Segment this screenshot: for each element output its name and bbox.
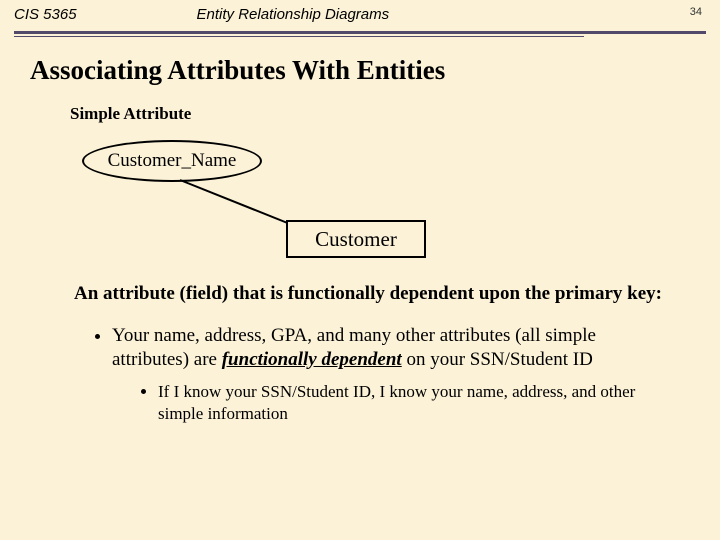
slide-title: Associating Attributes With Entities [30,55,690,86]
slide-topic: Entity Relationship Diagrams [77,6,706,23]
page-number: 34 [690,6,702,18]
bullet-text-post: on your SSN/Student ID [402,349,593,370]
attribute-label: Customer_Name [108,150,237,172]
er-diagram: Customer_Name Customer [30,140,690,270]
slide-header: CIS 5365 Entity Relationship Diagrams [0,0,720,23]
sub-bullet-list: If I know your SSN/Student ID, I know yo… [140,381,666,424]
slide-content: Associating Attributes With Entities Sim… [0,37,720,424]
bullet-text-emph: functionally dependent [222,349,402,370]
bullet-list: Your name, address, GPA, and many other … [94,324,666,424]
definition-text: An attribute (field) that is functionall… [74,282,666,306]
attribute-ellipse: Customer_Name [82,140,262,182]
bullet-item: Your name, address, GPA, and many other … [112,324,666,424]
slide-subtitle: Simple Attribute [70,104,690,124]
header-divider [14,31,706,37]
entity-rectangle: Customer [286,220,426,258]
entity-label: Customer [315,227,397,252]
sub-bullet-item: If I know your SSN/Student ID, I know yo… [158,381,666,424]
course-code: CIS 5365 [14,6,77,23]
